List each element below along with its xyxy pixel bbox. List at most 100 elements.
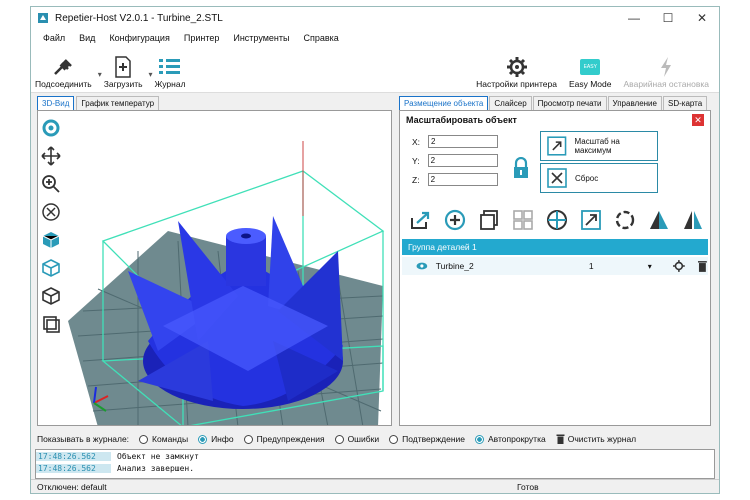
plug-icon	[54, 59, 73, 75]
filter-autoscroll-radio[interactable]	[475, 435, 484, 445]
scale-y-input[interactable]: 2	[427, 154, 498, 167]
easy-mode-icon: EASY	[580, 59, 601, 75]
lightning-icon	[661, 57, 672, 77]
move-view-button[interactable]	[40, 145, 62, 167]
export-icon	[411, 211, 430, 229]
filter-info[interactable]: Инфо	[198, 434, 234, 445]
connection-status: Отключен: default	[37, 481, 107, 492]
trash-icon	[556, 434, 565, 445]
tab-object-placement[interactable]: Размещение объекта	[399, 96, 489, 110]
menu-file[interactable]: Файл	[43, 33, 65, 43]
move-icon	[41, 146, 61, 166]
log-output[interactable]: 17:48:26.562 Объект не замкнут 17:48:26.…	[35, 449, 715, 479]
menu-tools[interactable]: Инструменты	[233, 33, 289, 43]
objects-view-button[interactable]	[40, 313, 62, 335]
rotate-object-button[interactable]	[610, 207, 640, 233]
fit-icon	[42, 203, 60, 221]
copies-dropdown-icon[interactable]: ▾	[648, 262, 666, 271]
filter-warnings[interactable]: Предупреждения	[243, 434, 325, 445]
front-view-button[interactable]	[40, 257, 62, 279]
scale-reset-button[interactable]: Сброс	[540, 163, 658, 193]
tab-3d-view[interactable]: 3D-Вид	[37, 96, 75, 110]
part-row[interactable]: Turbine_2 1 ▾	[402, 257, 708, 275]
log-line: 17:48:26.562 Анализ завершен.	[36, 462, 714, 474]
right-tabs: Размещение объекта Слайсер Просмотр печа…	[399, 96, 708, 110]
filter-autoscroll[interactable]: Автопрокрутка	[475, 434, 546, 445]
menu-view[interactable]: Вид	[79, 33, 95, 43]
menu-help[interactable]: Справка	[303, 33, 338, 43]
part-group-header[interactable]: Группа деталей 1	[402, 239, 708, 255]
load-dropdown[interactable]: ▾	[147, 59, 155, 89]
cube-top-icon	[42, 287, 60, 305]
filter-warnings-radio[interactable]	[243, 435, 253, 445]
cut-object-button[interactable]	[644, 207, 674, 233]
part-copies[interactable]: 1	[589, 261, 648, 271]
grid-icon	[513, 210, 533, 230]
3d-viewport[interactable]	[37, 110, 392, 426]
fit-view-button[interactable]	[40, 201, 62, 223]
iso-view-button[interactable]	[40, 229, 62, 251]
filter-info-radio[interactable]	[198, 435, 208, 445]
filter-ack[interactable]: Подтверждение	[389, 434, 465, 445]
connect-dropdown[interactable]: ▾	[96, 59, 104, 89]
clear-log-button[interactable]: Очистить журнал	[556, 434, 636, 445]
tab-sd-card[interactable]: SD-карта	[662, 96, 708, 110]
easy-mode-button[interactable]: EASY Easy Mode	[569, 55, 612, 89]
scale-z-input[interactable]: 2	[427, 173, 498, 186]
copy-object-button[interactable]	[474, 207, 504, 233]
filter-ack-radio[interactable]	[389, 435, 399, 445]
log-filter-bar: Показывать в журнале: Команды Инфо Преду…	[31, 431, 719, 447]
minimize-button[interactable]: —	[617, 7, 651, 29]
rotate-view-button[interactable]	[40, 117, 62, 139]
close-window-button[interactable]: ✕	[685, 7, 719, 29]
log-message: Анализ завершен.	[117, 463, 195, 473]
lock-scale-button[interactable]	[512, 156, 530, 181]
close-scale-button[interactable]: ✕	[692, 114, 704, 126]
add-object-button[interactable]	[440, 207, 470, 233]
emergency-stop-button[interactable]: Аварийная остановка	[624, 55, 709, 89]
tab-print-preview[interactable]: Просмотр печати	[532, 96, 607, 110]
filter-errors-radio[interactable]	[334, 435, 344, 445]
export-object-button[interactable]	[406, 207, 436, 233]
log-button[interactable]: Журнал	[155, 55, 186, 89]
scale-y-row: Y: 2	[412, 154, 498, 167]
window-title: Repetier-Host V2.0.1 - Turbine_2.STL	[55, 12, 223, 24]
object-placement-panel: Масштабировать объект ✕ X: 2 Y: 2 Z: 2 М…	[399, 110, 711, 426]
menu-printer[interactable]: Принтер	[184, 33, 220, 43]
load-button[interactable]: Загрузить	[104, 55, 143, 89]
gear-icon[interactable]	[673, 260, 686, 272]
center-object-button[interactable]	[542, 207, 572, 233]
eye-icon[interactable]	[416, 262, 428, 270]
main-area: 3D-Вид График температур Размещение объе…	[31, 94, 719, 429]
maximize-button[interactable]: ☐	[651, 7, 685, 29]
copy-icon	[480, 210, 498, 230]
tab-slicer[interactable]: Слайсер	[489, 96, 532, 110]
scale-object-button[interactable]	[576, 207, 606, 233]
mirror-object-button[interactable]	[678, 207, 708, 233]
trash-icon[interactable]	[697, 260, 708, 272]
zoom-view-button[interactable]	[40, 173, 62, 195]
expand-icon	[547, 136, 567, 156]
status-bar: Отключен: default Готов	[31, 479, 719, 493]
filter-errors[interactable]: Ошибки	[334, 434, 379, 445]
tab-control[interactable]: Управление	[607, 96, 662, 110]
scale-x-input[interactable]: 2	[428, 135, 499, 148]
ready-status: Готов	[517, 481, 539, 492]
filter-commands[interactable]: Команды	[139, 434, 188, 445]
connect-button[interactable]: Подсоединить	[35, 55, 92, 89]
top-view-button[interactable]	[40, 285, 62, 307]
add-file-icon	[115, 56, 131, 78]
add-circle-icon	[444, 209, 466, 231]
scale-y-label: Y:	[412, 155, 420, 166]
menu-bar: Файл Вид Конфигурация Принтер Инструмент…	[31, 29, 719, 47]
tab-temperature-graph[interactable]: График температур	[76, 96, 160, 110]
toolbar: Подсоединить ▾ Загрузить ▾ Журнал Настро…	[31, 47, 719, 93]
menu-config[interactable]: Конфигурация	[109, 33, 169, 43]
arrange-grid-button[interactable]	[508, 207, 538, 233]
title-bar: Repetier-Host V2.0.1 - Turbine_2.STL — ☐…	[31, 7, 719, 29]
filter-commands-radio[interactable]	[139, 435, 149, 445]
cube-icon	[42, 232, 60, 248]
printer-settings-button[interactable]: Настройки принтера	[476, 55, 557, 89]
triangle-icon	[650, 211, 668, 229]
scale-max-button[interactable]: Масштаб на максимум	[540, 131, 658, 161]
